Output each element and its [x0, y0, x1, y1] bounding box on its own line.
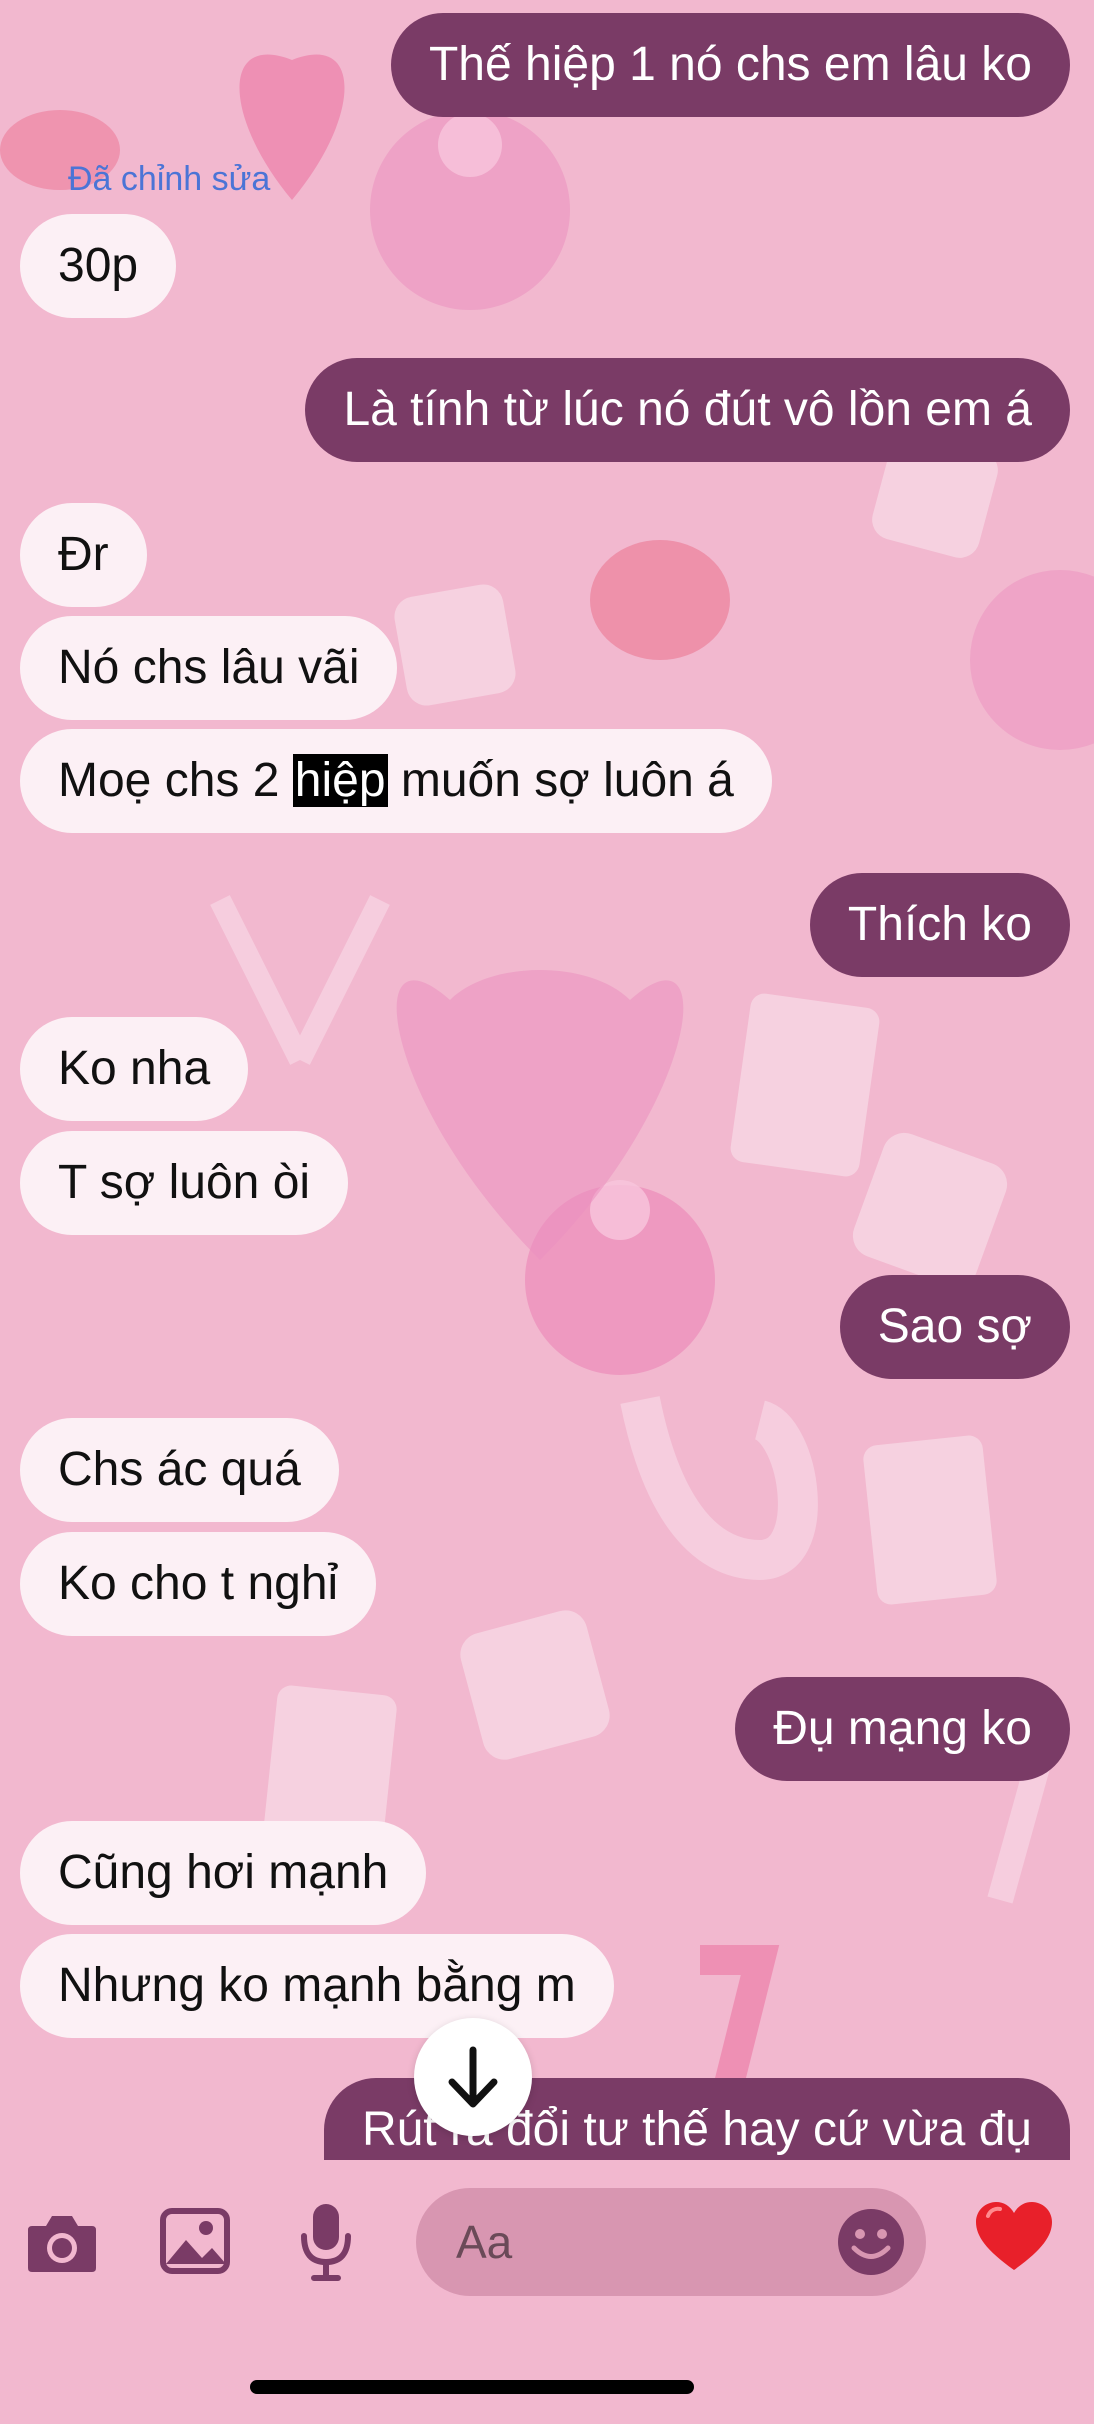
- message-bubble-outgoing[interactable]: Thích ko: [809, 873, 1070, 977]
- arrow-down-icon: [448, 2046, 498, 2108]
- message-bubble-outgoing[interactable]: Đụ mạng ko: [735, 1677, 1070, 1781]
- message-bubble-incoming[interactable]: Ko cho t nghỉ: [20, 1532, 377, 1636]
- message-bubble-incoming[interactable]: Chs ác quá: [20, 1418, 339, 1522]
- message-bubble-incoming[interactable]: Ko nha: [20, 1017, 249, 1121]
- message-bubble-incoming[interactable]: Nó chs lâu vãi: [20, 616, 398, 720]
- scroll-to-bottom-button[interactable]: [414, 2018, 532, 2136]
- microphone-icon[interactable]: [298, 2200, 354, 2282]
- edited-label: Đã chỉnh sửa: [68, 160, 271, 198]
- message-bubble-outgoing[interactable]: Thế hiệp 1 nó chs em lâu ko: [390, 13, 1070, 117]
- message-bubble-incoming[interactable]: 30p: [20, 214, 177, 318]
- message-bubble-outgoing[interactable]: Sao sợ: [839, 1275, 1070, 1379]
- message-bubble-outgoing[interactable]: Là tính từ lúc nó đút vô lồn em á: [305, 358, 1070, 462]
- message-text: muốn sợ luôn á: [387, 754, 734, 807]
- home-indicator[interactable]: [250, 2380, 694, 2394]
- heart-icon[interactable]: [974, 2200, 1054, 2274]
- message-bubble-incoming[interactable]: Đr: [20, 503, 147, 607]
- emoji-icon[interactable]: [836, 2207, 906, 2277]
- image-icon[interactable]: [160, 2208, 230, 2274]
- camera-icon[interactable]: [24, 2206, 100, 2278]
- selected-text-highlight: hiệp: [292, 754, 388, 807]
- message-bubble-incoming[interactable]: T sợ luôn òi: [20, 1131, 349, 1235]
- message-bubble-incoming[interactable]: Cũng hơi mạnh: [20, 1821, 427, 1925]
- message-bubble-incoming[interactable]: Moẹ chs 2 hiệp muốn sợ luôn á: [20, 729, 772, 833]
- message-text: Moẹ chs 2: [58, 754, 293, 807]
